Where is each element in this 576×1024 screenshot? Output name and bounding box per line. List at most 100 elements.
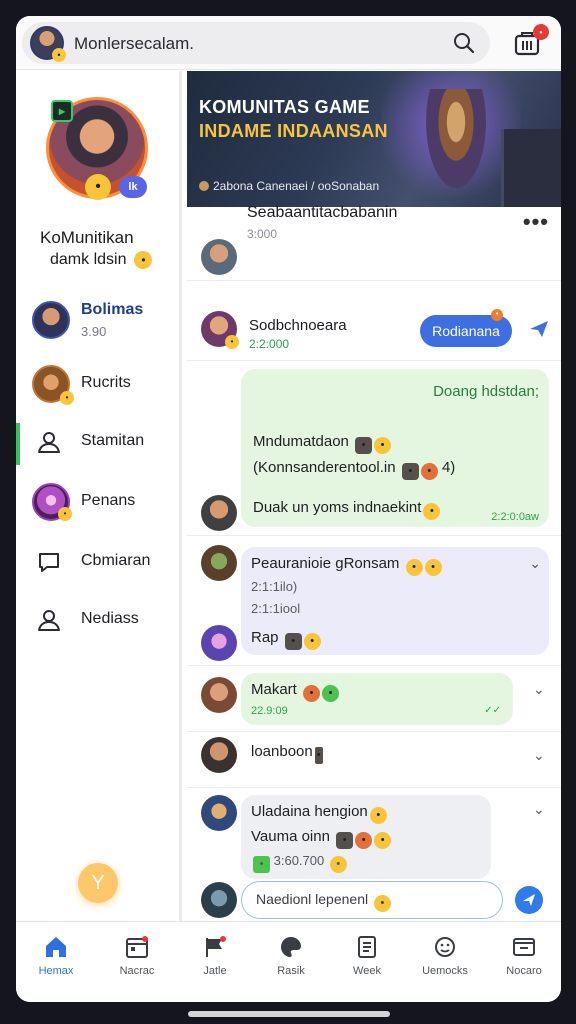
- creator-avatar: [199, 181, 209, 191]
- home-icon: [46, 937, 66, 957]
- message-composer: Naedionl lepenenl •: [187, 879, 561, 921]
- message-time: 2:2:0:0aw: [491, 511, 539, 523]
- emoji-icon: •: [314, 747, 323, 764]
- bubble-text: Vauma oinn: [251, 828, 330, 845]
- nav-label: Nocaro: [506, 965, 542, 977]
- nav-item-home[interactable]: Hemax: [21, 934, 91, 984]
- emoji-icon: •: [322, 685, 340, 702]
- nav-item-emoji[interactable]: Uemocks: [410, 934, 480, 984]
- send-icon[interactable]: [527, 317, 551, 341]
- chevron-down-icon[interactable]: ⌄: [529, 555, 541, 572]
- nav-label: Jatle: [203, 965, 227, 977]
- avatar[interactable]: [201, 495, 237, 531]
- bubble-text: 3:60.700: [273, 853, 325, 868]
- sidebar-item-label: Nediass: [81, 610, 139, 627]
- sidebar-item-stamitan[interactable]: Stamitan: [16, 417, 179, 467]
- bubble-line: Makart • •: [251, 681, 340, 702]
- emoji-icon: •: [374, 437, 392, 454]
- avatar[interactable]: [201, 882, 237, 918]
- message-author: Sodbchnoeara: [249, 317, 347, 334]
- chat-panel: KOMUNITAS GAME INDAME INDAANSAN 2abona C…: [187, 71, 561, 921]
- nav-item-flag[interactable]: Jatle: [180, 934, 250, 984]
- notification-badge: •: [533, 24, 549, 40]
- sidebar-item-rucrits[interactable]: • Rucrits: [16, 359, 179, 409]
- avatar[interactable]: [201, 737, 237, 773]
- sidebar-item-bolimas[interactable]: Bolimas 3.90: [16, 295, 179, 345]
- emoji-icon: •: [374, 832, 392, 849]
- bubble-line: Rap • •: [251, 629, 321, 650]
- flag-icon: [206, 936, 226, 957]
- sidebar-item-label: Bolimas: [81, 301, 144, 318]
- bubble-line: Mndumatdaon • •: [253, 433, 392, 454]
- user-icon: [38, 432, 60, 453]
- sidebar-item-nediass[interactable]: Nediass: [16, 595, 179, 645]
- post-header: Seabaantitacbabanin 3:000 •••: [187, 204, 561, 281]
- message-input[interactable]: Naedionl lepenenl •: [241, 881, 503, 919]
- profile-subtitle: damk ldsin •: [50, 251, 153, 269]
- emoji-icon: •: [336, 832, 354, 849]
- bubble-text: Uladaina hengion: [251, 803, 368, 820]
- chevron-down-icon[interactable]: ⌄: [533, 681, 545, 698]
- sidebar-item-label: Penans: [81, 492, 136, 509]
- home-indicator[interactable]: [188, 1011, 390, 1017]
- nav-item-palette[interactable]: Rasik: [256, 934, 326, 984]
- sidebar-item-label: Stamitan: [81, 432, 145, 449]
- emoji-icon: •: [58, 507, 72, 521]
- nav-item-calendar[interactable]: Nacrac: [102, 934, 172, 984]
- nav-item-document[interactable]: Week: [332, 934, 402, 984]
- search-bar[interactable]: • Monlersecalam.: [22, 22, 490, 64]
- post-time: 3:000: [247, 227, 278, 241]
- bubble-text: 2:1:1iool: [251, 601, 301, 616]
- avatar[interactable]: [201, 545, 237, 581]
- message-bubble[interactable]: Doang hdstdan; Mndumatdaon • • (Konnsande…: [241, 369, 549, 527]
- avatar[interactable]: [201, 677, 237, 713]
- more-options-button[interactable]: •••: [523, 209, 549, 235]
- message-input-placeholder: Naedionl lepenenl: [256, 891, 369, 907]
- bubble-text: Duak un yoms indnaekint: [253, 499, 422, 516]
- top-bar: • Monlersecalam. •: [16, 16, 561, 70]
- banner-caption: 2abona Canenaei / ooSonaban: [199, 179, 379, 193]
- emoji-icon: •: [284, 633, 302, 650]
- banner-crate: [501, 129, 561, 207]
- message-bubble[interactable]: Uladaina hengion • Vauma oinn • • • • 3:60.…: [241, 795, 491, 879]
- chat-icon: [39, 553, 59, 572]
- message-bubble[interactable]: Peauranioie gRonsam • • ⌄ 2:1:1ilo) 2:1:1…: [241, 547, 549, 655]
- active-indicator: [16, 423, 20, 465]
- community-banner[interactable]: KOMUNITAS GAME INDAME INDAANSAN 2abona C…: [187, 71, 561, 207]
- send-button[interactable]: [515, 886, 543, 914]
- sidebar-item-cbmiaran[interactable]: Cbmiaran: [16, 537, 179, 587]
- banner-subtitle: INDAME INDAANSAN: [199, 121, 388, 141]
- chevron-down-icon[interactable]: ⌄: [533, 801, 545, 818]
- nav-label: Nacrac: [119, 965, 155, 977]
- emoji-icon: •: [60, 391, 74, 405]
- emoji-icon: [435, 937, 455, 957]
- banner-title: KOMUNITAS GAME: [199, 97, 370, 117]
- emoji-icon: •: [405, 559, 423, 576]
- avatar[interactable]: [201, 795, 237, 831]
- user-avatar[interactable]: •: [30, 26, 66, 62]
- bubble-line: Vauma oinn • • •: [251, 828, 392, 849]
- divider: [187, 787, 561, 788]
- avatar[interactable]: [201, 239, 237, 275]
- search-icon[interactable]: [452, 31, 476, 55]
- floating-action-button[interactable]: Y: [78, 863, 118, 903]
- nav-item-tablet[interactable]: Nocaro: [489, 934, 559, 984]
- profile-avatar[interactable]: ▸ • lk: [46, 97, 148, 200]
- emoji-icon: •: [253, 856, 270, 873]
- emoji-icon: •: [85, 174, 111, 200]
- bottom-nav: Hemax Nacrac Jatle Rasik Week Uemocks No…: [16, 921, 561, 1002]
- bubble-line: Uladaina hengion •: [251, 803, 387, 824]
- chevron-down-icon[interactable]: ⌄: [533, 747, 545, 764]
- search-input[interactable]: Monlersecalam.: [74, 34, 194, 54]
- emoji-icon: •: [355, 437, 373, 454]
- message-bubble[interactable]: Makart • • 22.9:09 ✓✓: [241, 673, 513, 725]
- avatar[interactable]: [201, 625, 237, 661]
- profile-name: KoMunitikan: [40, 228, 134, 247]
- store-button[interactable]: •: [513, 24, 549, 60]
- sidebar-item-penans[interactable]: • Penans: [16, 477, 179, 527]
- banner-character: [421, 89, 491, 199]
- bubble-line: Duak un yoms indnaekint •: [253, 499, 441, 520]
- calendar-icon: [126, 936, 148, 958]
- divider: [187, 731, 561, 732]
- emoji-icon: •: [373, 895, 391, 912]
